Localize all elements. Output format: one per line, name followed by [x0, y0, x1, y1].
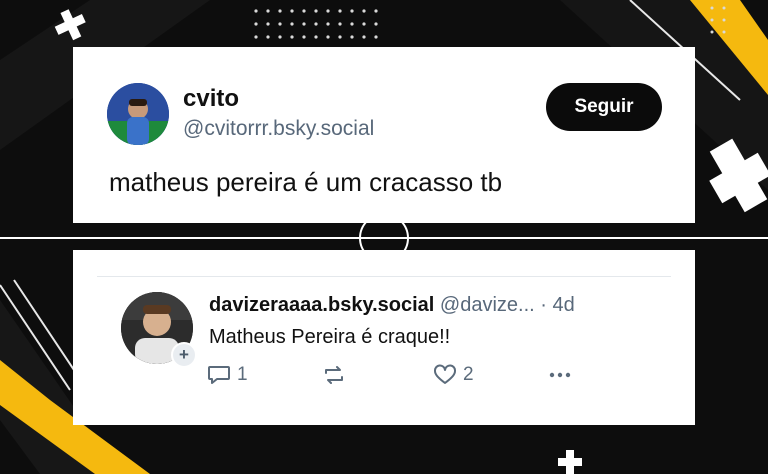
- avatar-image: [107, 83, 169, 145]
- reply-handle[interactable]: @davize...: [440, 294, 535, 316]
- display-name[interactable]: cvito: [183, 85, 239, 113]
- action-bar: 1 2: [207, 364, 587, 388]
- like-icon: [434, 364, 456, 384]
- reply-card: + davizeraaaa.bsky.social @davize... · 4…: [73, 250, 695, 425]
- more-icon: [549, 372, 571, 378]
- post-card: cvito @cvitorrr.bsky.social Seguir mathe…: [73, 47, 695, 223]
- reply-count: 1: [237, 364, 248, 385]
- more-options-button[interactable]: [547, 364, 573, 386]
- repost-button[interactable]: [321, 364, 347, 386]
- repost-icon: [325, 366, 343, 384]
- separator-dot: ·: [540, 294, 547, 316]
- follow-button[interactable]: Seguir: [546, 83, 662, 131]
- like-count: 2: [463, 364, 474, 385]
- reply-timestamp[interactable]: 4d: [553, 294, 575, 316]
- reply-text: Matheus Pereira é craque!!: [209, 326, 451, 348]
- user-handle[interactable]: @cvitorrr.bsky.social: [183, 117, 374, 141]
- reply-display-name[interactable]: davizeraaaa.bsky.social: [209, 294, 434, 316]
- divider: [97, 276, 671, 277]
- reply-header: davizeraaaa.bsky.social @davize... · 4d: [209, 294, 575, 317]
- reply-button[interactable]: 1: [207, 364, 248, 386]
- post-text: matheus pereira é um cracasso tb: [109, 167, 503, 197]
- reply-icon: [208, 366, 230, 384]
- like-button[interactable]: 2: [433, 364, 474, 386]
- avatar[interactable]: [107, 83, 169, 145]
- plus-icon[interactable]: +: [171, 342, 197, 368]
